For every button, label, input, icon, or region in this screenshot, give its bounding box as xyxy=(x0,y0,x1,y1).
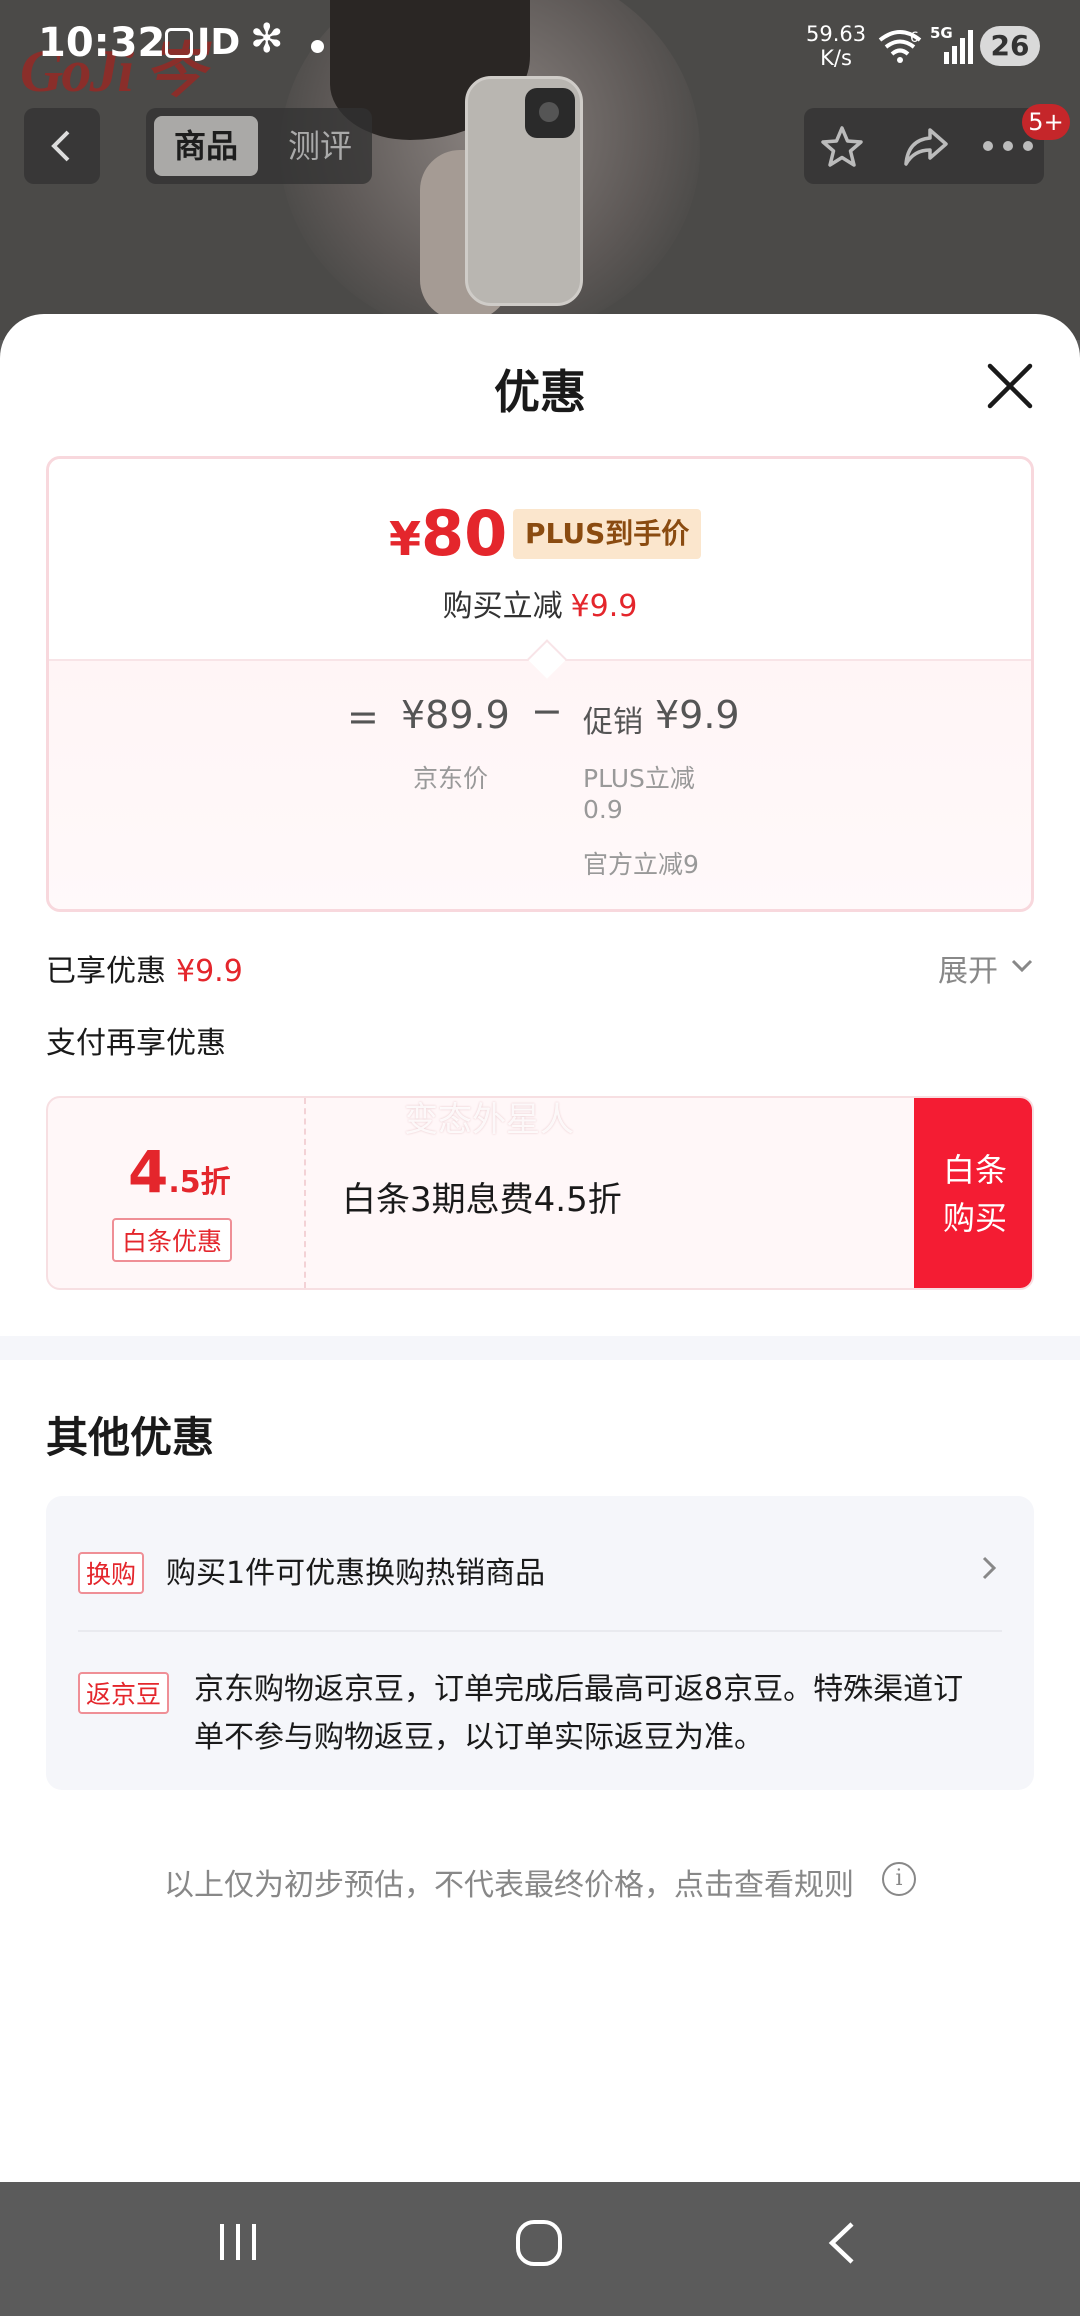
baitiao-buy-label-1: 白条 xyxy=(942,1151,1007,1189)
share-icon[interactable] xyxy=(902,124,950,170)
jd-price-value: ¥89.9 xyxy=(401,693,510,737)
plus-discount-value: 0.9 xyxy=(583,795,623,824)
star-icon[interactable] xyxy=(818,124,866,170)
official-discount: 官方立减9 xyxy=(583,850,699,879)
instant-discount: 购买立减 ¥9.9 xyxy=(49,581,1031,625)
pay-more-label: 支付再享优惠 xyxy=(46,1026,226,1061)
offer-divider xyxy=(78,1630,1002,1632)
other-offers-card: 换购 购买1件可优惠换购热销商品 返京豆 京东购物返京豆，订单完成后最高可返8京… xyxy=(46,1496,1034,1790)
baitiao-buy-label-2: 购买 xyxy=(942,1199,1007,1237)
signal-icon: 5G xyxy=(930,24,974,70)
enjoyed-discount: 已享优惠 ¥9.9 xyxy=(46,946,243,990)
chevron-down-icon[interactable] xyxy=(1010,958,1034,974)
status-app-label: JD xyxy=(197,22,241,63)
tab-goods[interactable]: 商品 xyxy=(154,116,258,176)
discount-sheet: 优惠 ¥80 PLUS到手价 购买立减 ¥9.9 = ¥89.9 − 促销 ¥9.… xyxy=(0,314,1080,2182)
baitiao-buy-button[interactable]: 白条 购买 xyxy=(914,1098,1032,1288)
top-actions xyxy=(804,108,1044,184)
final-price-currency: ¥ xyxy=(389,512,422,566)
back-button[interactable] xyxy=(24,108,100,184)
sheet-title: 优惠 xyxy=(494,365,586,419)
instant-discount-label: 购买立减 xyxy=(442,589,563,624)
baitiao-description: 白条3期息费4.5折 xyxy=(342,1180,622,1220)
other-offers-title: 其他优惠 xyxy=(46,1413,215,1462)
network-speed: 59.63 K/s xyxy=(806,22,866,70)
wifi-icon: 6 xyxy=(876,28,924,68)
jingdou-offer-text: 京东购物返京豆，订单完成后最高可返8京豆。特殊渠道订单不参与购物返豆，以订单实际… xyxy=(194,1672,964,1755)
close-button[interactable] xyxy=(982,358,1038,414)
back-nav-icon[interactable] xyxy=(822,2218,862,2268)
enjoyed-discount-value: ¥9.9 xyxy=(176,954,243,989)
home-icon[interactable] xyxy=(514,2218,564,2268)
signal-label: 5G xyxy=(930,24,953,42)
minus-sign: − xyxy=(531,689,563,733)
baitiao-discount-suffix: .5折 xyxy=(168,1165,231,1200)
watermark: 变态外星人 xyxy=(404,1100,574,1140)
battery-indicator: 26 xyxy=(980,26,1040,66)
more-icon[interactable] xyxy=(982,138,1034,154)
exchange-tag: 换购 xyxy=(78,1552,145,1594)
status-bar: 10:32 JD ✻ 59.63 K/s 6 5G 26 xyxy=(0,0,1080,92)
network-speed-unit: K/s xyxy=(820,46,852,70)
message-badge: 5+ xyxy=(1022,104,1070,140)
price-card-top xyxy=(49,459,1031,659)
jd-price-label: 京东价 xyxy=(413,764,489,793)
enjoyed-discount-label: 已享优惠 xyxy=(46,954,166,989)
disclaimer-link[interactable]: 以上仅为初步预估，不代表最终价格，点击查看规则 xyxy=(164,1860,854,1904)
exchange-offer-text[interactable]: 购买1件可优惠换购热销商品 xyxy=(166,1548,545,1592)
chevron-left-icon xyxy=(51,130,70,162)
network-speed-value: 59.63 xyxy=(806,22,867,46)
product-tabs: 商品 测评 xyxy=(146,108,372,184)
pinwheel-icon: ✻ xyxy=(250,16,284,62)
price-breakdown-card: ¥80 PLUS到手价 购买立减 ¥9.9 = ¥89.9 − 促销 ¥9.9 京… xyxy=(46,456,1034,912)
instant-discount-value: ¥9.9 xyxy=(570,589,638,624)
jingdou-tag: 返京豆 xyxy=(78,1672,170,1714)
close-icon xyxy=(987,363,1033,409)
final-price: ¥80 xyxy=(389,497,507,570)
camera-icon xyxy=(525,88,575,138)
chevron-right-icon[interactable] xyxy=(980,1554,998,1582)
notification-icon xyxy=(165,28,193,58)
system-navigation-bar xyxy=(0,2182,1080,2316)
baitiao-offer-card[interactable]: 4.5折 白条优惠 变态外星人 白条3期息费4.5折 白条购买 xyxy=(46,1096,1034,1290)
baitiao-tag: 白条优惠 xyxy=(112,1218,233,1262)
tab-review[interactable]: 测评 xyxy=(272,116,368,176)
info-icon[interactable]: i xyxy=(882,1862,916,1896)
plus-discount-label: PLUS立减 xyxy=(583,764,695,793)
dot-icon xyxy=(311,40,324,53)
baitiao-discount: 4.5折 xyxy=(128,1138,231,1206)
status-app-indicator: JD xyxy=(165,22,240,63)
recent-apps-icon[interactable] xyxy=(214,2218,262,2266)
wifi-label: 6 xyxy=(910,30,919,46)
equals-sign: = xyxy=(347,695,379,739)
promo-value: ¥9.9 xyxy=(655,693,740,737)
plus-price-tag: PLUS到手价 xyxy=(513,509,702,559)
baitiao-discount-int: 4 xyxy=(128,1138,169,1206)
expand-button[interactable]: 展开 xyxy=(938,946,998,990)
status-time: 10:32 xyxy=(38,20,166,66)
section-divider xyxy=(0,1336,1080,1360)
final-price-value: 80 xyxy=(421,497,508,570)
promo-label: 促销 xyxy=(583,705,643,740)
